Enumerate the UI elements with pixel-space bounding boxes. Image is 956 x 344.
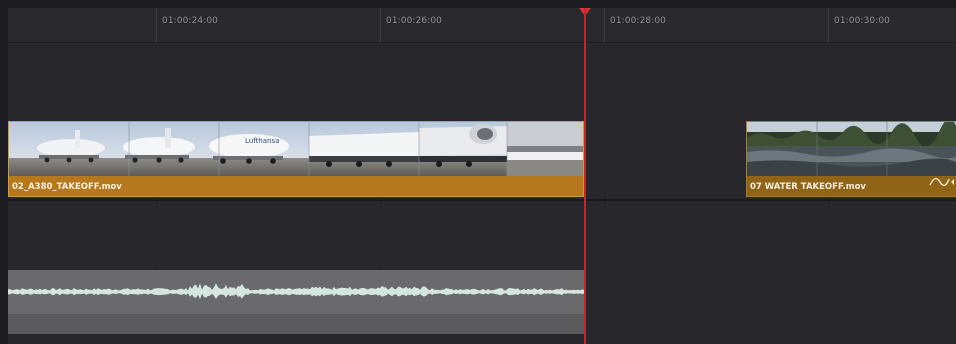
ruler-tick (604, 8, 605, 42)
timecode-label: 01:00:28:00 (610, 16, 667, 26)
edit-timeline[interactable]: 01:00:24:00 01:00:26:00 01:00:28:00 01:0… (8, 8, 956, 344)
clip-thumbnails (747, 122, 956, 176)
ruler-tick (156, 8, 157, 42)
video-clip-a380-takeoff[interactable]: Lufthansa 02_A380_TAKEOFF.mov (8, 121, 584, 197)
clip-icons (929, 173, 955, 192)
ruler-tick (380, 8, 381, 42)
clip-name: 07 WATER TAKEOFF.mov (750, 182, 866, 192)
clip-thumbnails: Lufthansa (9, 122, 583, 176)
video-clip-water-takeoff[interactable]: 07 WATER TAKEOFF.mov (746, 121, 956, 197)
audio-clip-a380-takeoff[interactable] (8, 270, 585, 334)
timecode-ruler[interactable]: 01:00:24:00 01:00:26:00 01:00:28:00 01:0… (8, 8, 956, 43)
clip-name: 02_A380_TAKEOFF.mov (12, 182, 122, 192)
timecode-label: 01:00:30:00 (834, 16, 891, 26)
grid-line (604, 42, 605, 344)
svg-text:Lufthansa: Lufthansa (245, 137, 279, 145)
keyframe-icon (951, 179, 954, 185)
playhead[interactable] (584, 8, 586, 344)
track-divider (8, 199, 956, 201)
ruler-tick (828, 8, 829, 42)
timecode-label: 01:00:26:00 (386, 16, 443, 26)
audio-waveform (8, 283, 584, 300)
timecode-label: 01:00:24:00 (162, 16, 219, 26)
retime-curve-icon[interactable] (929, 176, 955, 188)
